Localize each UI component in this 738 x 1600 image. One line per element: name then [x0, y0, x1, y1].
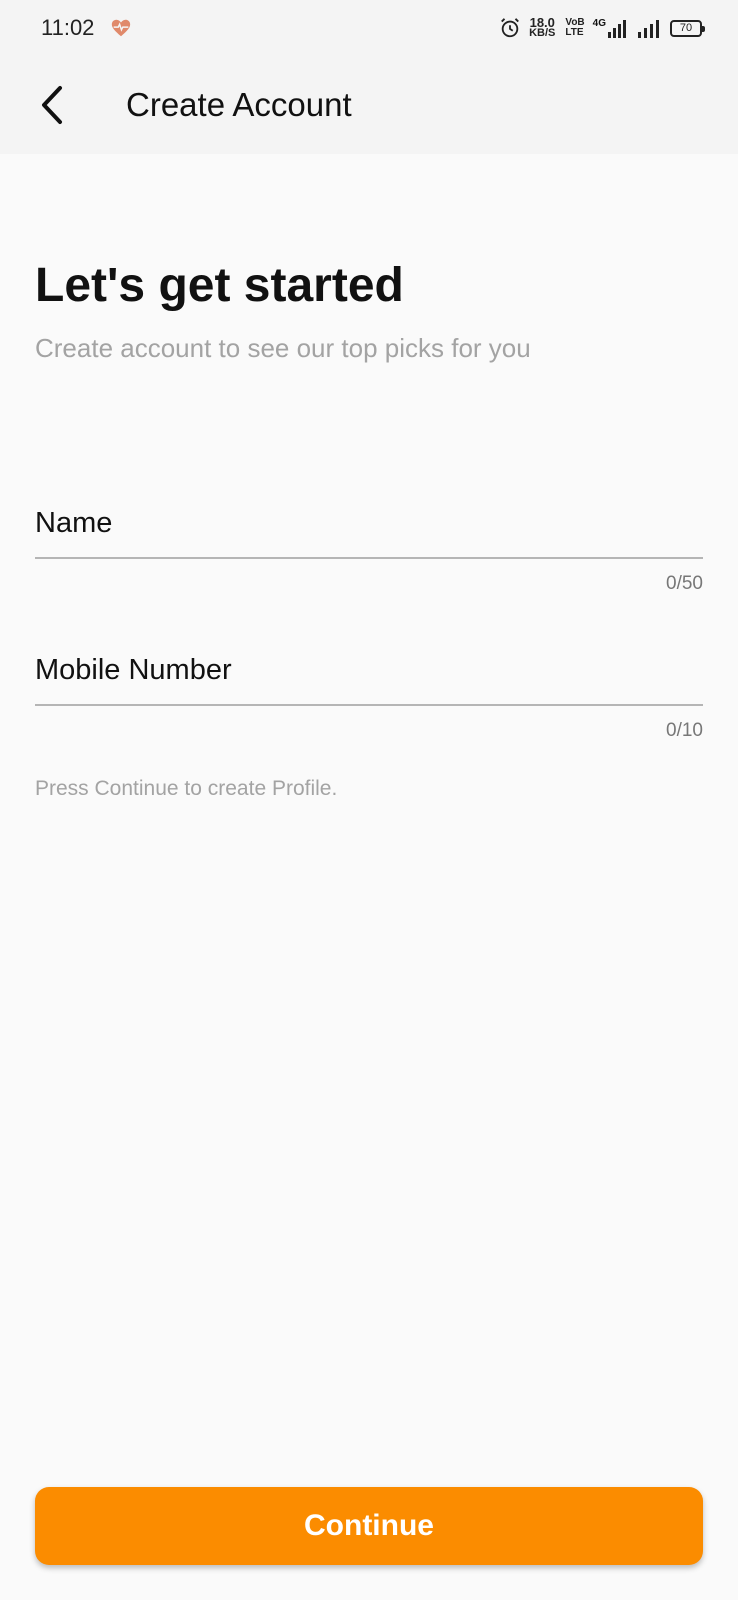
mobile-input[interactable]: [35, 654, 703, 704]
network-speed: 18.0 KB/S: [529, 16, 556, 39]
battery-icon: 70: [670, 19, 705, 37]
continue-button[interactable]: Continue: [35, 1487, 703, 1565]
alarm-icon: [499, 17, 521, 39]
name-field-underline: [35, 557, 703, 559]
heading: Let's get started: [35, 259, 404, 312]
form-hint: Press Continue to create Profile.: [35, 777, 338, 800]
subheading: Create account to see our top picks for …: [35, 333, 531, 363]
network-type: 4G: [592, 18, 606, 29]
signal-icon-2: [638, 18, 662, 38]
mobile-char-counter: 0/10: [666, 720, 703, 741]
app-bar: Create Account: [0, 56, 738, 154]
back-button[interactable]: [30, 82, 74, 128]
network-speed-unit: KB/S: [529, 27, 556, 39]
status-time: 11:02: [41, 15, 95, 40]
status-icons: 18.0 KB/S VoB LTE 4G 70: [499, 14, 705, 42]
name-char-counter: 0/50: [666, 573, 703, 594]
heart-health-icon: [110, 17, 132, 39]
signal-icon: 4G: [593, 18, 630, 38]
battery-level: 70: [679, 22, 693, 34]
volte-indicator: VoB LTE: [565, 18, 584, 38]
name-input[interactable]: [35, 507, 703, 557]
mobile-field-underline: [35, 704, 703, 706]
status-bar: 11:02 18.0 KB/S VoB LTE 4G 70: [0, 0, 738, 56]
chevron-left-icon: [42, 86, 62, 124]
volte-bottom: LTE: [565, 27, 584, 38]
page-title: Create Account: [126, 86, 352, 123]
